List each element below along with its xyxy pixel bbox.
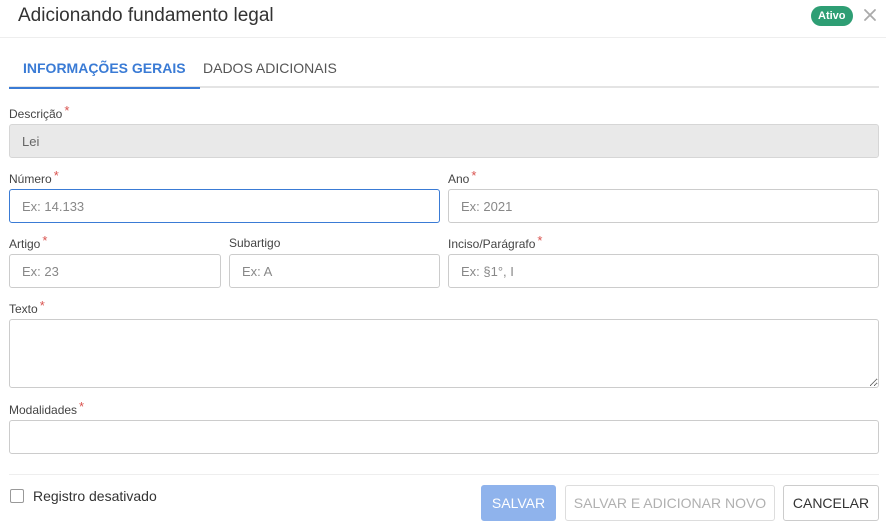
subartigo-label: Subartigo bbox=[229, 236, 281, 250]
ano-input[interactable] bbox=[448, 189, 879, 223]
tab-informacoes-gerais[interactable]: INFORMAÇÕES GERAIS bbox=[9, 50, 200, 89]
registro-desativado-checkbox[interactable] bbox=[10, 489, 24, 503]
registro-desativado-label: Registro desativado bbox=[33, 488, 157, 504]
status-badge: Ativo bbox=[811, 6, 853, 26]
dialog-header: Adicionando fundamento legal Ativo bbox=[0, 0, 886, 38]
cancel-button[interactable]: CANCELAR bbox=[783, 485, 879, 521]
footer-divider bbox=[9, 474, 879, 475]
ano-label: Ano * bbox=[448, 168, 477, 186]
tab-dados-adicionais[interactable]: DADOS ADICIONAIS bbox=[189, 50, 351, 88]
required-marker: * bbox=[471, 168, 477, 183]
inciso-input[interactable] bbox=[448, 254, 879, 288]
close-icon[interactable] bbox=[862, 6, 878, 24]
required-marker: * bbox=[42, 233, 48, 248]
dialog-title: Adicionando fundamento legal bbox=[18, 5, 274, 26]
descricao-label: Descrição * bbox=[9, 103, 70, 121]
required-marker: * bbox=[53, 168, 59, 183]
inciso-label: Inciso/Parágrafo * bbox=[448, 233, 543, 251]
save-button[interactable]: SALVAR bbox=[481, 485, 556, 521]
required-marker: * bbox=[79, 399, 85, 414]
required-marker: * bbox=[64, 103, 70, 118]
numero-input[interactable] bbox=[9, 189, 440, 223]
registro-desativado-toggle[interactable]: Registro desativado bbox=[10, 488, 157, 504]
artigo-label: Artigo * bbox=[9, 233, 48, 251]
required-marker: * bbox=[39, 298, 45, 313]
numero-label: Número * bbox=[9, 168, 59, 186]
required-marker: * bbox=[537, 233, 543, 248]
modalidades-label: Modalidades * bbox=[9, 399, 85, 417]
tab-bar: INFORMAÇÕES GERAIS DADOS ADICIONAIS bbox=[9, 50, 879, 89]
subartigo-input[interactable] bbox=[229, 254, 440, 288]
save-and-add-new-button[interactable]: SALVAR E ADICIONAR NOVO bbox=[565, 485, 775, 521]
texto-label: Texto * bbox=[9, 298, 45, 316]
artigo-input[interactable] bbox=[9, 254, 221, 288]
descricao-field bbox=[9, 124, 879, 158]
texto-textarea[interactable] bbox=[9, 319, 879, 388]
modalidades-input[interactable] bbox=[9, 420, 879, 454]
